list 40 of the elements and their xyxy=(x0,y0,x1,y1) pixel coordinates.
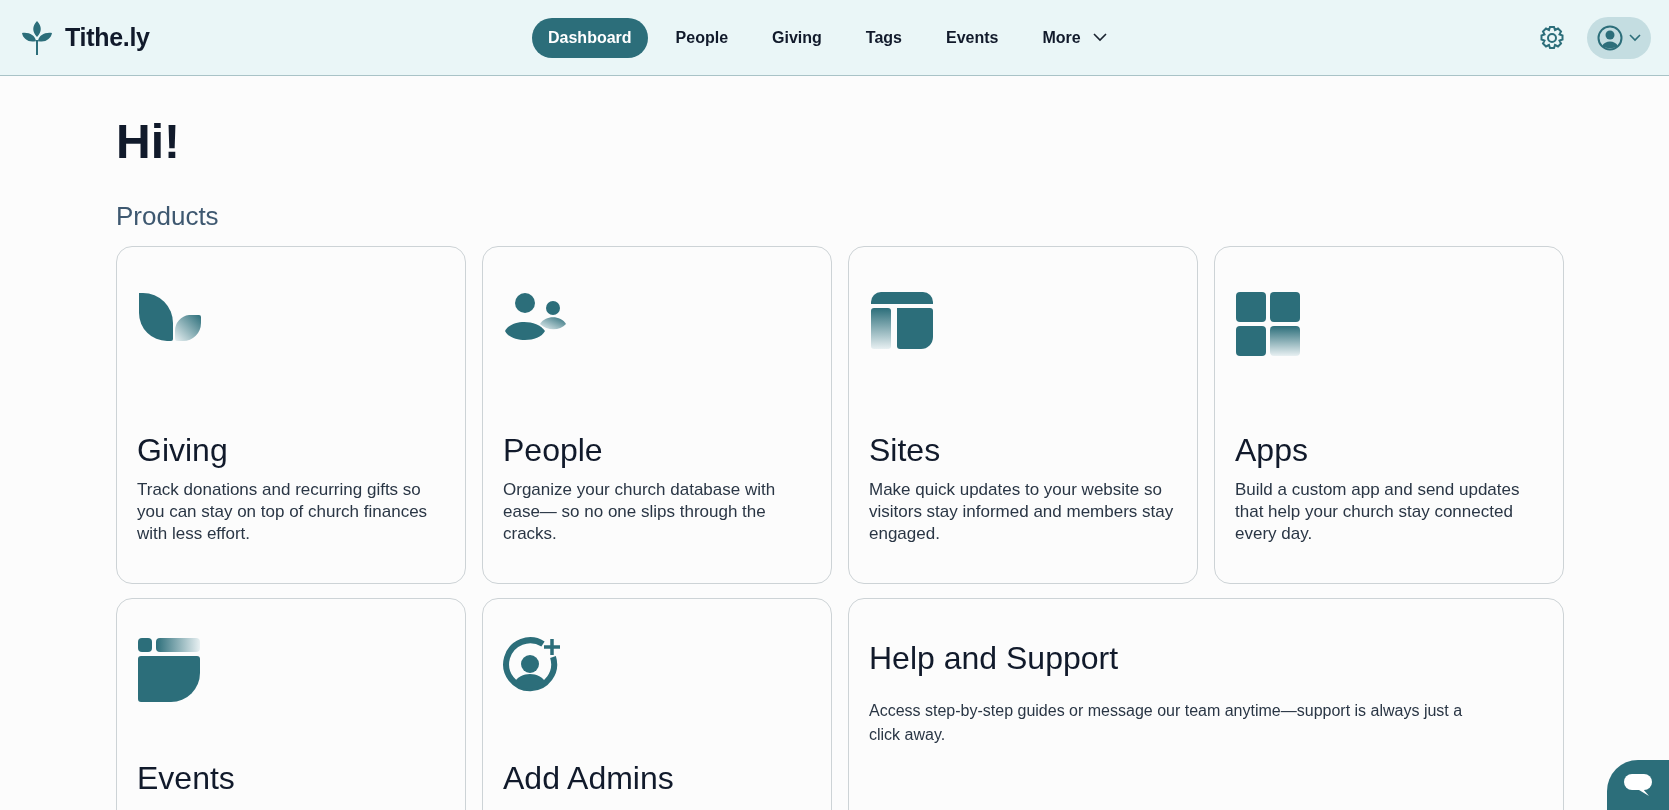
more-menu[interactable]: More xyxy=(1026,17,1123,58)
product-card[interactable]: Apps Build a custom app and send updates that help your church stay connected every day. xyxy=(1214,246,1564,584)
card-description: Make quick updates to your website so visitors stay informed and members stay engaged. xyxy=(869,479,1175,545)
nav-tab[interactable]: Giving xyxy=(756,17,838,58)
card-description: Track donations and recurring gifts so you can stay on top of church finances with less effort. xyxy=(137,479,429,545)
chevron-down-icon xyxy=(1629,33,1641,42)
greeting: Hi! xyxy=(116,114,181,170)
nav-tab[interactable]: People xyxy=(659,17,745,58)
leaf-icon xyxy=(137,291,203,343)
card-title: People xyxy=(503,431,604,469)
card-title: Events xyxy=(137,759,236,797)
product-card[interactable]: Help and Support Access step-by-step guides or message our team anytime—support is always just a click away. xyxy=(848,598,1564,810)
card-title: Giving xyxy=(137,431,229,469)
card-description: Organize your church database with ease— so no one slips through the cracks. xyxy=(503,479,777,545)
card-description: Access step-by-step guides or message our team anytime—support is always just a click away. xyxy=(869,701,1464,745)
nav-tab[interactable]: Dashboard xyxy=(532,17,648,58)
user-avatar-icon xyxy=(1597,24,1623,51)
nav-tab[interactable]: Tags xyxy=(849,17,918,58)
account-menu[interactable] xyxy=(1587,16,1651,59)
product-card[interactable]: People Organize your church database with ease— so no one slips through the cracks. xyxy=(482,246,832,584)
product-card[interactable]: Sites Make quick updates to your website so visitors stay informed and members stay engaged. xyxy=(848,246,1198,584)
product-card[interactable]: Giving Track donations and recurring gifts so you can stay on top of church finances with less effort. xyxy=(116,246,466,584)
layout-icon xyxy=(869,291,935,351)
chevron-down-icon xyxy=(1092,33,1107,42)
card-description: Build a custom app and send updates that help your church stay connected every day. xyxy=(1235,479,1521,545)
section-heading: Products xyxy=(116,200,220,232)
settings-icon[interactable] xyxy=(1539,24,1565,51)
leaf-logo-icon xyxy=(20,19,54,56)
calendar-icon xyxy=(137,637,201,703)
card-title: Apps xyxy=(1235,431,1309,469)
chat-button[interactable] xyxy=(1607,760,1669,810)
card-title: Add Admins xyxy=(503,759,675,797)
nav-tab[interactable]: Events xyxy=(930,17,1015,58)
product-card[interactable]: Events xyxy=(116,598,466,810)
brand-name: Tithe.ly xyxy=(65,23,150,52)
card-title: Sites xyxy=(869,431,942,469)
app-grid-icon xyxy=(1235,291,1301,357)
card-title: Help and Support xyxy=(869,639,1120,677)
product-card[interactable]: Add Admins xyxy=(482,598,832,810)
chat-bubble-icon xyxy=(1623,772,1653,798)
